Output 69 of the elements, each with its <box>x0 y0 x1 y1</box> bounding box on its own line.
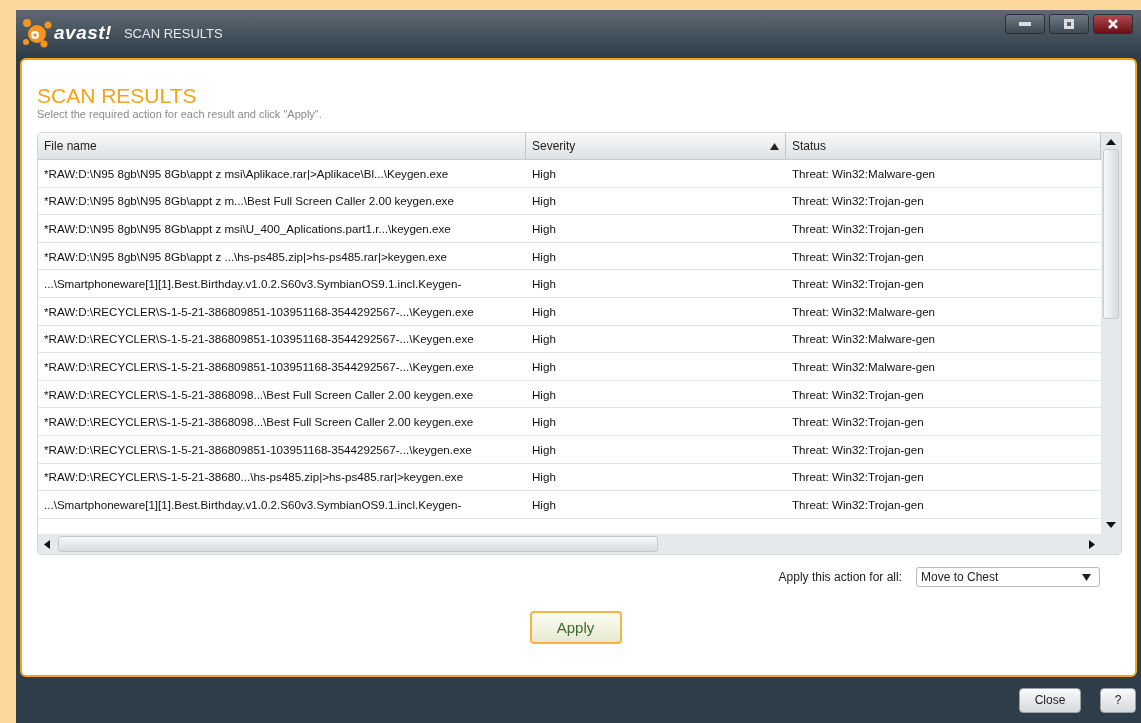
help-button[interactable]: ? <box>1100 687 1136 713</box>
file-path-cell-text: *RAW:D:\N95 8gb\N95 8Gb\appt z m...\Best Full Screen Caller 2.00 keygen.exe <box>43 193 455 210</box>
file-path-cell-text: *RAW:D:\RECYCLER\S-1-5-21-386809851-103951168-3544292567-...\Keygen.exe <box>43 303 475 320</box>
file-path-cell-text: *RAW:D:\RECYCLER\S-1-5-21-3868098...\Best Full Screen Caller 2.00 keygen.exe <box>43 386 475 403</box>
close-button[interactable] <box>1093 14 1133 34</box>
page-heading: SCAN RESULTS <box>37 84 198 108</box>
file-path-cell-text: *RAW:D:\N95 8gb\N95 8Gb\appt z ...\hs-ps485.zip|>hs-ps485.rar|>keygen.exe <box>43 248 448 265</box>
status-cell-text: Threat: Win32:Trojan-gen <box>791 441 925 458</box>
scroll-down-icon <box>1106 522 1116 528</box>
close-icon <box>1108 19 1118 29</box>
status-cell-text: Threat: Win32:Malware-gen <box>791 165 937 182</box>
status-cell-text: Threat: Win32:Trojan-gen <box>791 248 925 265</box>
maximize-button[interactable] <box>1049 14 1089 34</box>
status-cell-text: Threat: Win32:Trojan-gen <box>791 221 925 237</box>
scroll-thumb[interactable] <box>1103 149 1119 319</box>
scroll-thumb[interactable] <box>58 536 658 552</box>
file-path-cell-text: *RAW:D:\RECYCLER\S-1-5-21-38680...\hs-ps485.zip|>hs-ps485.rar|>keygen.exe <box>43 469 465 486</box>
severity-cell-text: High <box>531 248 557 265</box>
severity-cell-text: High <box>531 414 557 431</box>
file-path-cell-text: ...\Smartphoneware[1][1].Best.Birthday.v1.0.2.S60v3.SymbianOS9.1.incl.Keygen- <box>43 276 463 293</box>
minimize-icon <box>1019 22 1031 26</box>
file-path-cell-text: *RAW:D:\N95 8gb\N95 8Gb\appt z msi\Aplikace.rar|>Aplikace\Bl...\Keygen.exe <box>43 165 450 182</box>
file-path-cell-text: *RAW:D:\RECYCLER\S-1-5-21-386809851-103951168-3544292567-...\Keygen.exe <box>43 358 475 375</box>
file-path-cell-text: *RAW:D:\RECYCLER\S-1-5-21-386809851-103951168-3544292567-...\Keygen.exe <box>43 331 475 348</box>
severity-cell-text: High <box>531 358 557 375</box>
severity-cell-text: High <box>531 276 557 293</box>
severity-cell-text: High <box>531 165 557 182</box>
severity-cell-text: High <box>531 331 557 348</box>
file-path-cell-text: *RAW:D:\RECYCLER\S-1-5-21-3868098...\Best Full Screen Caller 2.00 keygen.exe <box>43 414 475 431</box>
column-header[interactable]: Severity <box>526 133 786 159</box>
column-header[interactable]: File name <box>38 133 526 159</box>
severity-cell-text: High <box>531 386 557 403</box>
horizontal-scrollbar[interactable] <box>38 534 1101 554</box>
action-dropdown[interactable]: Move to Chest <box>916 567 1100 587</box>
minimize-button[interactable] <box>1005 14 1045 34</box>
file-path-cell-text: ...\Smartphoneware[1][1].Best.Birthday.v1.0.2.S60v3.SymbianOS9.1.incl.Keygen- <box>43 496 463 513</box>
column-label: Severity <box>532 139 576 153</box>
instruction-text: Select the required action for each result and click "Apply". <box>37 108 323 120</box>
status-cell-text: Threat: Win32:Malware-gen <box>791 331 937 348</box>
status-cell-text: Threat: Win32:Trojan-gen <box>791 414 925 431</box>
severity-cell-text: High <box>531 469 557 486</box>
status-cell-text: Threat: Win32:Trojan-gen <box>791 276 925 293</box>
status-cell-text: Threat: Win32:Trojan-gen <box>791 469 925 486</box>
severity-cell-text: High <box>531 193 557 210</box>
status-cell-text: Threat: Win32:Trojan-gen <box>791 386 925 403</box>
status-cell-text: Threat: Win32:Trojan-gen <box>791 193 925 210</box>
scroll-left-icon <box>44 539 50 549</box>
severity-cell-text: High <box>531 441 557 458</box>
scroll-up-icon <box>1106 139 1116 145</box>
splat-logo-icon <box>22 18 52 48</box>
status-cell-text: Threat: Win32:Trojan-gen <box>791 496 925 513</box>
brand-logo: avast! <box>54 22 112 44</box>
close-dialog-button[interactable]: Close <box>1019 687 1081 713</box>
column-label: File name <box>44 139 97 153</box>
window-title: SCAN RESULTS <box>123 25 223 41</box>
apply-button[interactable]: Apply <box>529 611 622 644</box>
vertical-scrollbar[interactable] <box>1101 133 1121 554</box>
severity-cell-text: High <box>531 303 557 320</box>
severity-cell-text: High <box>531 221 557 237</box>
file-path-cell-text: *RAW:D:\RECYCLER\S-1-5-21-386809851-103951168-3544292567-...\keygen.exe <box>43 441 473 458</box>
status-cell-text: Threat: Win32:Malware-gen <box>791 358 937 375</box>
file-path-cell-text: *RAW:D:\N95 8gb\N95 8Gb\appt z msi\U_400_Aplications.part1.r...\keygen.exe <box>43 221 452 237</box>
scroll-right-icon <box>1089 539 1095 549</box>
maximize-icon <box>1064 19 1074 29</box>
severity-cell-text: High <box>531 496 557 513</box>
dropdown-arrow-icon <box>1082 573 1091 581</box>
column-label: Status <box>792 139 827 153</box>
action-label: Apply this action for all: <box>778 570 902 584</box>
status-cell-text: Threat: Win32:Malware-gen <box>791 303 937 320</box>
